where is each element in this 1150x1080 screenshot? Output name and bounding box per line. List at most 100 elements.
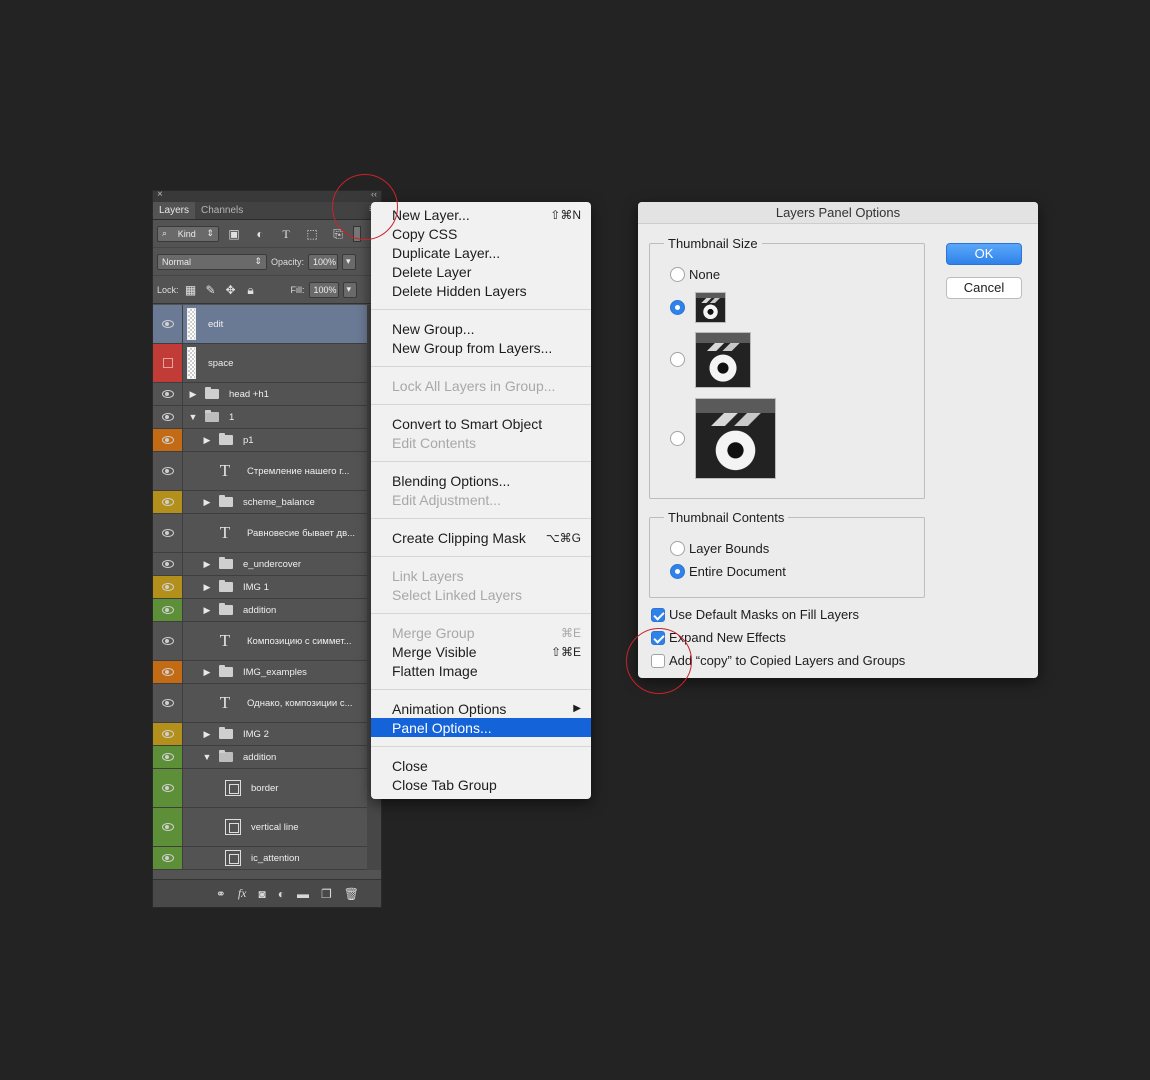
expand-right-icon[interactable]: ▶ xyxy=(201,605,213,616)
visibility-toggle[interactable] xyxy=(153,406,183,428)
menu-item[interactable]: Flatten Image xyxy=(371,661,591,680)
visibility-toggle[interactable] xyxy=(153,383,183,405)
visibility-toggle[interactable] xyxy=(153,553,183,575)
layer-row[interactable]: border xyxy=(153,769,367,808)
lock-transparent-icon[interactable]: ▦ xyxy=(183,283,199,297)
menu-item[interactable]: Copy CSS xyxy=(371,224,591,243)
layer-row[interactable]: T Стремление нашего г... xyxy=(153,452,367,491)
expand-right-icon[interactable]: ▶ xyxy=(201,435,213,446)
layer-row[interactable]: ▶ head +h1 xyxy=(153,383,367,406)
expand-down-icon[interactable]: ▼ xyxy=(187,412,199,422)
visibility-toggle[interactable] xyxy=(153,599,183,621)
entire-document-radio[interactable] xyxy=(670,564,685,579)
tab-layers[interactable]: Layers xyxy=(153,202,196,219)
expand-right-icon[interactable]: ▶ xyxy=(201,667,213,678)
thumbnail-large-preview xyxy=(695,398,776,479)
kind-filter-select[interactable]: ⌕ Kind ⇕ xyxy=(157,225,219,242)
expand-right-icon[interactable]: ▶ xyxy=(201,559,213,570)
expand-down-icon[interactable]: ▼ xyxy=(201,752,213,762)
visibility-toggle[interactable] xyxy=(153,808,183,846)
menu-item[interactable]: Delete Hidden Layers xyxy=(371,281,591,300)
visibility-toggle[interactable] xyxy=(153,723,183,745)
close-icon[interactable]: × xyxy=(157,189,163,200)
visibility-toggle[interactable] xyxy=(153,452,183,490)
thumbnail-large-radio[interactable] xyxy=(670,431,685,446)
menu-item[interactable]: Close Tab Group xyxy=(371,775,591,794)
visibility-toggle[interactable] xyxy=(153,684,183,722)
layer-row[interactable]: ▼ addition xyxy=(153,746,367,769)
new-group-icon[interactable]: ▬ xyxy=(297,887,309,901)
tab-channels[interactable]: Channels xyxy=(195,202,249,219)
opacity-input[interactable]: 100% xyxy=(308,253,339,270)
expand-right-icon[interactable]: ▶ xyxy=(201,497,213,508)
visibility-toggle[interactable] xyxy=(153,576,183,598)
thumbnail-medium-radio[interactable] xyxy=(670,352,685,367)
shape-filter-icon[interactable]: ⬚ xyxy=(301,227,323,241)
menu-item[interactable]: New Group... xyxy=(371,319,591,338)
cancel-button[interactable]: Cancel xyxy=(946,277,1022,299)
lock-position-icon[interactable]: ✥ xyxy=(223,283,239,297)
new-layer-icon[interactable]: ❐ xyxy=(321,887,332,901)
menu-item[interactable]: Create Clipping Mask ⌥⌘G xyxy=(371,528,591,547)
visibility-toggle[interactable] xyxy=(153,661,183,683)
layer-row[interactable]: ▶ IMG 1 xyxy=(153,576,367,599)
lock-all-icon[interactable]: 🔒︎ xyxy=(243,283,259,297)
expand-right-icon[interactable]: ▶ xyxy=(201,729,213,740)
fx-icon[interactable]: fx xyxy=(238,886,247,901)
visibility-toggle[interactable] xyxy=(153,769,183,807)
visibility-toggle[interactable] xyxy=(153,514,183,552)
lock-brush-icon[interactable]: ✎ xyxy=(203,283,219,297)
use-default-masks-checkbox[interactable] xyxy=(651,608,665,622)
menu-item[interactable]: Panel Options... xyxy=(371,718,591,737)
layer-row[interactable]: edit xyxy=(153,305,367,344)
visibility-toggle[interactable] xyxy=(153,746,183,768)
menu-item[interactable]: Merge Visible ⇧⌘E xyxy=(371,642,591,661)
menu-item[interactable]: Convert to Smart Object xyxy=(371,414,591,433)
thumbnail-none-radio[interactable] xyxy=(670,267,685,282)
menu-item[interactable]: Close xyxy=(371,756,591,775)
layer-row[interactable]: ▶ IMG 2 xyxy=(153,723,367,746)
layer-bounds-radio[interactable] xyxy=(670,541,685,556)
layer-row[interactable]: T Однако, композиции с... xyxy=(153,684,367,723)
visibility-toggle[interactable] xyxy=(153,429,183,451)
visibility-toggle[interactable] xyxy=(153,847,183,869)
menu-item-label: Merge Visible xyxy=(392,643,477,660)
layer-row[interactable]: ▶ scheme_balance xyxy=(153,491,367,514)
mask-icon[interactable]: ◙ xyxy=(259,887,266,901)
layer-row[interactable]: T Композицию с симмет... xyxy=(153,622,367,661)
image-filter-icon[interactable]: ▣ xyxy=(223,227,245,241)
layer-row[interactable]: ▼ 1 xyxy=(153,406,367,429)
layer-row[interactable]: ▶ addition xyxy=(153,599,367,622)
layer-row[interactable]: vertical line xyxy=(153,808,367,847)
adjustment-filter-icon[interactable]: ◐ xyxy=(249,227,271,241)
visibility-toggle[interactable] xyxy=(153,491,183,513)
menu-item[interactable]: Delete Layer xyxy=(371,262,591,281)
fill-input[interactable]: 100% xyxy=(308,281,339,298)
visibility-toggle[interactable] xyxy=(153,344,183,382)
expand-right-icon[interactable]: ▶ xyxy=(201,582,213,593)
layer-row[interactable]: ▶ IMG_examples xyxy=(153,661,367,684)
link-icon[interactable]: ⚭ xyxy=(216,887,226,901)
smart-object-icon xyxy=(225,850,241,866)
visibility-toggle[interactable] xyxy=(153,622,183,660)
type-filter-icon[interactable]: T xyxy=(275,227,297,241)
menu-item[interactable]: Blending Options... xyxy=(371,471,591,490)
layer-row[interactable]: T Равновесие бывает дв... xyxy=(153,514,367,553)
menu-item[interactable]: Animation Options ▶ xyxy=(371,699,591,718)
layer-row[interactable]: ic_attention xyxy=(153,847,367,870)
trash-icon[interactable]: 🗑︎ xyxy=(344,887,359,901)
visibility-toggle[interactable] xyxy=(153,305,183,343)
adjustment-layer-icon[interactable]: ◐ xyxy=(278,887,285,901)
menu-item[interactable]: New Layer... ⇧⌘N xyxy=(371,205,591,224)
layer-row[interactable]: ▶ p1 xyxy=(153,429,367,452)
expand-right-icon[interactable]: ▶ xyxy=(187,389,199,400)
menu-item[interactable]: Duplicate Layer... xyxy=(371,243,591,262)
menu-item[interactable]: New Group from Layers... xyxy=(371,338,591,357)
thumbnail-small-radio[interactable] xyxy=(670,300,685,315)
fill-dropdown-icon[interactable]: ▾ xyxy=(342,281,357,298)
layer-row[interactable]: ▶ e_undercover xyxy=(153,553,367,576)
ok-button[interactable]: OK xyxy=(946,243,1022,265)
layer-row[interactable]: space xyxy=(153,344,367,383)
opacity-dropdown-icon[interactable]: ▾ xyxy=(342,253,357,270)
blend-mode-select[interactable]: Normal ⇕ xyxy=(157,253,267,270)
